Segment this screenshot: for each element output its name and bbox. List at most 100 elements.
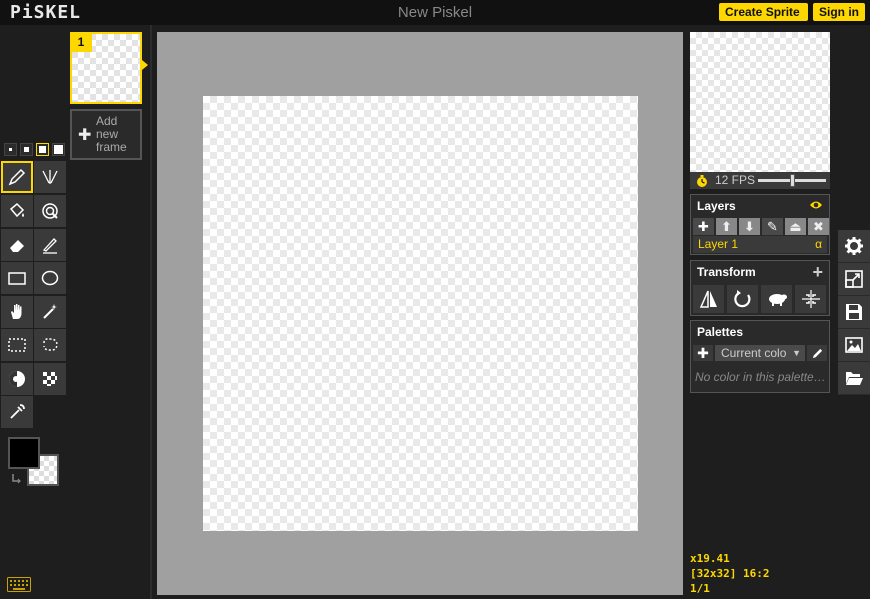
layer-item[interactable]: Layer 1 α <box>693 236 827 253</box>
sign-in-button[interactable]: Sign in <box>813 3 865 21</box>
move-tool[interactable] <box>1 296 33 328</box>
edit-layer-button[interactable]: ✎ <box>762 218 783 235</box>
pen-size-1[interactable] <box>4 143 17 156</box>
arrow-down-icon: ⬇ <box>744 218 755 234</box>
frame-counter: 1/1 <box>690 582 710 595</box>
dithering-tool[interactable] <box>34 363 66 395</box>
pencil-icon <box>812 348 822 358</box>
eraser-icon <box>10 240 24 252</box>
palette-select-value: Current colo <box>721 346 787 360</box>
layer-toolbar: ✚ ⬆ ⬇ ✎ ⏏ ✖ <box>693 218 829 235</box>
layers-panel: Layers ✚ ⬆ ⬇ ✎ ⏏ ✖ Layer 1 α <box>690 194 830 255</box>
add-frame-label: Add new frame <box>96 114 127 154</box>
settings-tab[interactable] <box>838 230 870 263</box>
rotate-icon <box>733 290 750 308</box>
layers-title: Layers <box>697 199 736 213</box>
shape-selection-tool[interactable] <box>34 296 66 328</box>
flip-button[interactable] <box>693 285 724 313</box>
sheep-icon <box>768 294 787 306</box>
palette-empty-message: No color in this palette… <box>695 370 826 384</box>
add-palette-button[interactable]: ✚ <box>693 345 713 361</box>
layer-opacity-button[interactable]: α <box>815 237 822 251</box>
add-layer-button[interactable]: ✚ <box>693 218 714 235</box>
lighten-tool[interactable] <box>1 363 33 395</box>
center-icon <box>801 290 820 308</box>
palettes-title: Palettes <box>697 325 744 339</box>
save-icon <box>846 304 862 320</box>
keyboard-shortcuts-icon[interactable] <box>7 577 31 592</box>
edit-palette-button[interactable] <box>807 345 827 361</box>
delete-layer-button[interactable]: ✖ <box>808 218 829 235</box>
save-tab[interactable] <box>838 296 870 329</box>
move-layer-down-button[interactable]: ⬇ <box>739 218 760 235</box>
top-bar: PiSKEL New Piskel Create Sprite Sign in <box>0 0 870 25</box>
palette-toolbar: ✚ Current colo ▼ <box>693 345 827 361</box>
pen-size-3[interactable] <box>36 143 49 156</box>
clone-button[interactable] <box>761 285 792 313</box>
vertical-mirror-pen-tool[interactable] <box>34 161 66 193</box>
gear-icon <box>845 237 863 255</box>
circle-tool[interactable] <box>34 262 66 294</box>
checker-icon <box>43 372 57 386</box>
canvas-size-zoom: [32x32] 16:2 <box>690 567 770 580</box>
spiral-bucket-icon <box>42 203 58 219</box>
frame-number: 1 <box>70 32 92 52</box>
transform-title: Transform <box>697 265 756 279</box>
rect-select-icon <box>8 338 26 352</box>
stroke-tool[interactable] <box>34 229 66 261</box>
close-icon: ✖ <box>813 218 824 234</box>
line-pen-icon <box>42 238 57 254</box>
resize-tab[interactable] <box>838 263 870 296</box>
fps-control: 12 FPS <box>690 172 830 189</box>
create-sprite-button[interactable]: Create Sprite <box>719 3 808 21</box>
add-frame-button[interactable]: ✚ Add new frame <box>70 109 142 160</box>
palettes-panel: Palettes ✚ Current colo ▼ No color in th… <box>690 320 830 393</box>
merge-icon: ⏏ <box>789 218 802 234</box>
circle-icon <box>41 270 59 286</box>
arrow-up-icon: ⬆ <box>721 218 732 234</box>
lasso-selection-tool[interactable] <box>34 329 66 361</box>
eraser-tool[interactable] <box>1 229 33 261</box>
rectangle-selection-tool[interactable] <box>1 329 33 361</box>
lighten-icon <box>9 371 25 387</box>
palette-select[interactable]: Current colo ▼ <box>715 345 805 361</box>
layer-name: Layer 1 <box>698 237 739 251</box>
eyedropper-icon <box>10 404 25 419</box>
paint-same-color-tool[interactable] <box>34 195 66 227</box>
paint-bucket-tool[interactable] <box>1 195 33 227</box>
swap-colors-icon[interactable] <box>11 472 23 484</box>
canvas-info: x19.41 [32x32] 16:2 1/1 <box>690 551 769 596</box>
rectangle-tool[interactable] <box>1 262 33 294</box>
export-tab[interactable] <box>838 329 870 362</box>
pencil-icon: ✎ <box>767 218 778 234</box>
plus-icon: ✚ <box>698 218 709 234</box>
selected-frame-indicator <box>142 60 148 70</box>
merge-layer-button[interactable]: ⏏ <box>785 218 806 235</box>
chevron-down-icon: ▼ <box>792 348 801 358</box>
drawing-canvas[interactable] <box>203 96 638 531</box>
move-layer-up-button[interactable]: ⬆ <box>716 218 737 235</box>
pen-size-2[interactable] <box>20 143 33 156</box>
flip-icon <box>699 290 717 308</box>
frames-divider <box>150 25 152 599</box>
fps-slider-handle[interactable] <box>790 174 795 187</box>
rectangle-icon <box>8 272 26 285</box>
cursor-coordinates: x19.41 <box>690 552 730 565</box>
lasso-icon <box>43 338 58 351</box>
pen-tool[interactable] <box>1 161 33 193</box>
magic-wand-icon <box>43 304 57 319</box>
plus-icon[interactable]: + <box>812 263 823 281</box>
rotate-button[interactable] <box>727 285 758 313</box>
color-picker-tool[interactable] <box>1 396 33 428</box>
primary-color-swatch[interactable] <box>8 437 40 469</box>
center-button[interactable] <box>795 285 826 313</box>
resize-icon <box>845 270 863 288</box>
pen-size-4[interactable] <box>52 143 65 156</box>
import-tab[interactable] <box>838 362 870 395</box>
transform-toolbar <box>693 285 826 313</box>
animation-preview[interactable] <box>690 32 830 172</box>
pencil-icon <box>8 168 26 186</box>
pen-size-selector <box>4 143 65 157</box>
eye-icon[interactable] <box>809 199 823 211</box>
hand-icon <box>11 304 22 319</box>
